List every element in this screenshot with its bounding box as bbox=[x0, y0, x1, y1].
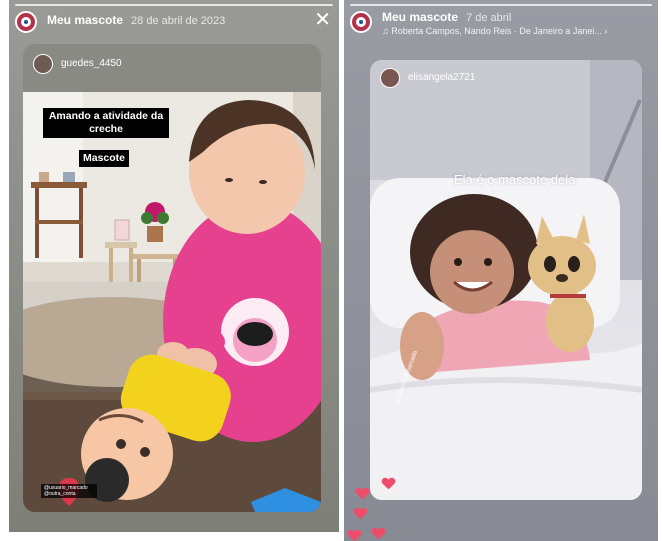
mention-tag[interactable]: @usuario_marcado @outra_conta bbox=[41, 484, 97, 498]
heart-icon bbox=[348, 530, 360, 541]
music-line-text: Roberta Campos, Nando Reis · De Janeiro … bbox=[391, 26, 608, 36]
story-left[interactable]: Meu mascote 28 de abril de 2023 ✕ guedes_… bbox=[9, 0, 339, 532]
shared-post-card[interactable]: guedes_4450 Amando a atividade da creche… bbox=[23, 44, 321, 512]
account-name[interactable]: Meu mascote 7 de abril bbox=[382, 10, 511, 24]
account-avatar[interactable] bbox=[15, 11, 37, 33]
story-progress-bar bbox=[15, 4, 333, 6]
story-header: Meu mascote 7 de abril ♫ Roberta Campos, … bbox=[350, 10, 652, 36]
music-note-icon: ♫ bbox=[382, 26, 389, 36]
story-right[interactable]: Meu mascote 7 de abril ♫ Roberta Campos, … bbox=[344, 0, 658, 541]
account-name-label: Meu mascote bbox=[382, 10, 459, 24]
post-date: 7 de abril bbox=[466, 12, 512, 24]
mascote-sticker: Mascote bbox=[79, 150, 130, 167]
author-avatar bbox=[33, 54, 53, 74]
story-header: Meu mascote 28 de abril de 2023 ✕ bbox=[15, 10, 333, 36]
child-in-bed-illustration bbox=[370, 60, 642, 500]
close-icon[interactable]: ✕ bbox=[314, 10, 331, 30]
account-name-label: Meu mascote bbox=[47, 13, 124, 27]
child-with-doll-illustration bbox=[23, 92, 321, 512]
music-attribution[interactable]: ♫ Roberta Campos, Nando Reis · De Janeir… bbox=[382, 26, 607, 36]
heart-icon bbox=[382, 478, 394, 490]
account-name[interactable]: Meu mascote 28 de abril de 2023 bbox=[47, 13, 225, 27]
heart-icon bbox=[372, 528, 384, 540]
heart-icon bbox=[356, 488, 368, 500]
caption-text: Ela é o mascote dela bbox=[454, 172, 576, 187]
heart-icon bbox=[354, 508, 366, 520]
author-avatar bbox=[380, 68, 400, 88]
account-avatar[interactable] bbox=[350, 11, 372, 33]
shared-post-card[interactable]: elisangela2721 Ela é o mascote dela @usu… bbox=[370, 60, 642, 500]
caption-sticker: Amando a atividade da creche bbox=[43, 108, 169, 138]
account-logo-icon bbox=[356, 17, 366, 27]
story-progress-bar bbox=[350, 4, 652, 6]
post-photo bbox=[370, 60, 642, 500]
post-photo: Amando a atividade da creche Mascote @us… bbox=[23, 92, 321, 512]
author-username: elisangela2721 bbox=[408, 72, 476, 83]
account-logo-icon bbox=[21, 17, 31, 27]
author-username: guedes_4450 bbox=[61, 58, 122, 69]
post-date: 28 de abril de 2023 bbox=[131, 15, 226, 27]
